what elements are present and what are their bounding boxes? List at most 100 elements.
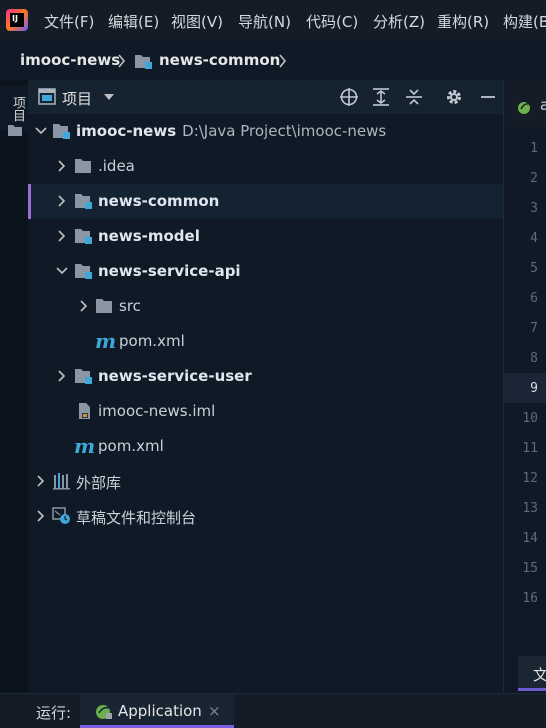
menu-bar: IJ 文件(F) 编辑(E) 视图(V) 导航(N) 代码(C) 分析(Z) 重…: [0, 0, 546, 40]
tree-row-idea[interactable]: .idea: [28, 149, 503, 184]
line-number: 12: [522, 471, 538, 486]
tree-label-news-service-api: news-service-api: [98, 262, 241, 280]
breadcrumb-item-module[interactable]: news-common: [159, 51, 280, 69]
tree-row-pom-root[interactable]: m pom.xml: [28, 429, 503, 464]
folder-icon: [8, 125, 22, 136]
document-tab-label: 文: [533, 666, 546, 684]
project-panel-header: 项目: [28, 80, 503, 114]
folder-icon: [96, 299, 112, 313]
line-number: 3: [530, 201, 538, 216]
selection-indicator: [28, 184, 31, 219]
line-number: 11: [522, 441, 538, 456]
module-folder-icon: [75, 229, 92, 244]
breadcrumb-item-project[interactable]: imooc-news: [20, 51, 120, 69]
document-tab-indicator: [518, 688, 546, 691]
tree-label-news-service-user: news-service-user: [98, 367, 252, 385]
bottom-panel-tabs: 文: [503, 628, 546, 693]
project-window-icon: [38, 88, 56, 105]
chevron-right-icon[interactable]: [34, 509, 48, 523]
line-number: 10: [522, 411, 538, 426]
spring-boot-icon: [96, 705, 112, 719]
editor-gutter: 1 2 3 4 5 6 7 8 9 10 11 12 13 14 15 16: [503, 128, 546, 628]
tree-row-root[interactable]: imooc-news D:\Java Project\imooc-news: [28, 114, 503, 149]
chevron-down-icon[interactable]: [55, 264, 69, 278]
tree-label-idea: .idea: [98, 157, 135, 175]
tree-label-news-common: news-common: [98, 192, 220, 210]
locate-icon[interactable]: [339, 87, 359, 107]
tree-label-pom-root: pom.xml: [98, 437, 164, 455]
tree-label-src: src: [119, 297, 141, 315]
root-path: D:\Java Project\imooc-news: [182, 122, 387, 140]
tree-row-news-common[interactable]: news-common: [28, 184, 503, 219]
line-number: 1: [530, 141, 538, 156]
tree-label-iml: imooc-news.iml: [98, 402, 216, 420]
module-folder-icon: [75, 369, 92, 384]
tree-label-root: imooc-news D:\Java Project\imooc-news: [76, 122, 387, 140]
left-tool-stripe: 项目: [0, 80, 28, 693]
minimize-icon[interactable]: [478, 87, 498, 107]
line-number: 13: [522, 501, 538, 516]
collapse-all-icon[interactable]: [404, 87, 424, 107]
chevron-right-icon[interactable]: [55, 369, 69, 383]
chevron-down-icon[interactable]: [104, 94, 114, 101]
chevron-right-icon[interactable]: [55, 159, 69, 173]
line-number: 8: [530, 351, 538, 366]
line-number-current: 9: [530, 381, 538, 396]
intellij-logo-icon[interactable]: IJ: [6, 9, 28, 31]
expand-all-icon[interactable]: [371, 87, 391, 107]
chevron-right-icon[interactable]: [77, 299, 91, 313]
tree-label-news-model: news-model: [98, 227, 200, 245]
tree-row-scratches[interactable]: 草稿文件和控制台: [28, 499, 503, 534]
folder-icon: [75, 159, 91, 173]
line-number: 2: [530, 171, 538, 186]
run-tab-label: Application: [118, 702, 202, 720]
tree-label-external-libs: 外部库: [76, 474, 122, 492]
project-tab-label: 项目: [10, 96, 25, 122]
tree-row-src[interactable]: src: [28, 289, 503, 324]
editor-tab-label[interactable]: a: [540, 96, 546, 114]
menu-refactor[interactable]: 重构(R): [437, 11, 489, 32]
menu-analyze[interactable]: 分析(Z): [373, 11, 425, 32]
chevron-right-icon[interactable]: [55, 229, 69, 243]
chevron-down-icon[interactable]: [34, 124, 48, 138]
module-folder-icon: [75, 194, 92, 209]
chevron-right-icon[interactable]: [34, 474, 48, 488]
tree-row-external-libs[interactable]: 外部库: [28, 464, 503, 499]
document-tab[interactable]: 文: [518, 656, 546, 691]
line-number: 16: [522, 591, 538, 606]
gear-icon[interactable]: [444, 87, 464, 107]
tree-row-news-service-user[interactable]: news-service-user: [28, 359, 503, 394]
menu-code[interactable]: 代码(C): [306, 11, 358, 32]
module-folder-icon: [75, 264, 92, 279]
line-number: 4: [530, 231, 538, 246]
run-bar: 运行: Application ×: [0, 693, 546, 728]
chevron-right-icon[interactable]: [55, 194, 69, 208]
tree-row-news-service-api[interactable]: news-service-api: [28, 254, 503, 289]
tree-row-pom-api[interactable]: m pom.xml: [28, 324, 503, 359]
line-number: 6: [530, 291, 538, 306]
project-panel-title[interactable]: 项目: [62, 88, 92, 109]
line-number: 14: [522, 531, 538, 546]
line-number: 7: [530, 321, 538, 336]
menu-edit[interactable]: 编辑(E): [108, 11, 159, 32]
chevron-right-icon: [279, 54, 287, 68]
menu-navigate[interactable]: 导航(N): [238, 11, 291, 32]
chevron-right-icon: [118, 54, 126, 68]
close-icon[interactable]: ×: [208, 702, 221, 720]
module-folder-icon: [53, 124, 70, 139]
maven-icon: m: [95, 329, 117, 353]
menu-view[interactable]: 视图(V): [171, 11, 223, 32]
breadcrumb: imooc-news news-common: [0, 40, 546, 80]
maven-icon: m: [74, 434, 96, 458]
editor-tab-strip: a: [503, 80, 546, 128]
tree-label-scratches: 草稿文件和控制台: [76, 509, 197, 527]
project-tree: imooc-news D:\Java Project\imooc-news .id…: [28, 114, 503, 693]
menu-build[interactable]: 构建(B): [503, 11, 546, 32]
line-number: 5: [530, 261, 538, 276]
run-label: 运行:: [36, 704, 72, 722]
iml-file-icon: [79, 403, 90, 419]
tree-row-news-model[interactable]: news-model: [28, 219, 503, 254]
tree-row-iml[interactable]: imooc-news.iml: [28, 394, 503, 429]
scratches-icon: [52, 507, 70, 524]
menu-file[interactable]: 文件(F): [44, 11, 94, 32]
